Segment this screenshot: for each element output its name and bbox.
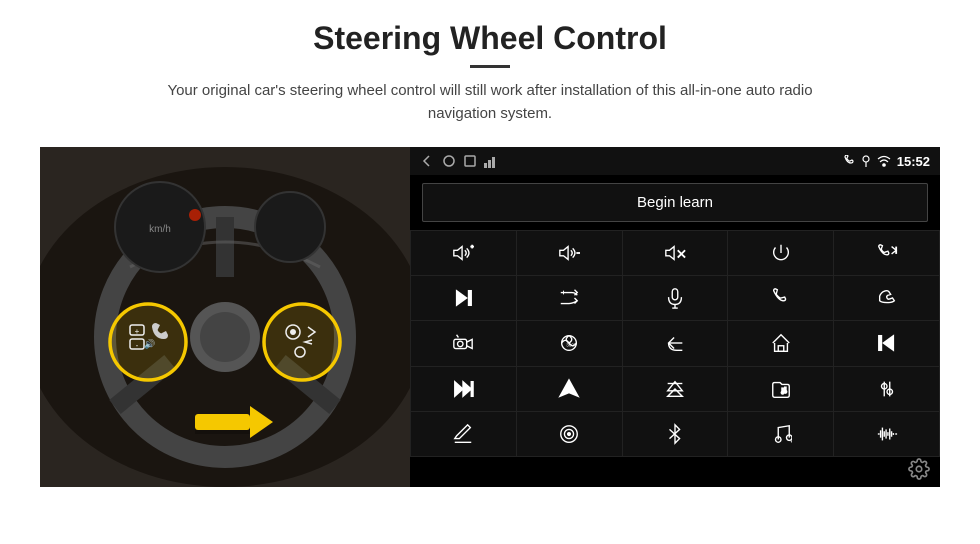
- volume-down-icon-cell[interactable]: [517, 231, 622, 275]
- eject-icon-cell[interactable]: [623, 367, 728, 411]
- status-bar: 15:52: [410, 147, 940, 175]
- car-camera-icon-cell[interactable]: [411, 321, 516, 365]
- skip-back-icon-cell[interactable]: [834, 321, 939, 365]
- pencil-icon-cell[interactable]: [411, 412, 516, 456]
- phone-icon-cell[interactable]: [728, 276, 833, 320]
- svg-text:⚙: ⚙: [790, 438, 792, 445]
- wifi-icon: [877, 155, 891, 167]
- signal-icon: [484, 154, 498, 168]
- power-icon-cell[interactable]: [728, 231, 833, 275]
- home-nav-icon: [442, 154, 456, 168]
- microphone-icon-cell[interactable]: [623, 276, 728, 320]
- waveform-icon-cell[interactable]: [834, 412, 939, 456]
- music-note-icon-cell[interactable]: ⚙: [728, 412, 833, 456]
- begin-learn-row: Begin learn: [410, 175, 940, 230]
- svg-text:km/h: km/h: [149, 224, 171, 235]
- recents-nav-icon: [464, 155, 476, 167]
- fast-forward-icon-cell[interactable]: [411, 367, 516, 411]
- home-icon-cell[interactable]: [728, 321, 833, 365]
- page-title: Steering Wheel Control: [140, 20, 840, 57]
- navigation-icon-cell[interactable]: [517, 367, 622, 411]
- target-icon-cell[interactable]: [517, 412, 622, 456]
- location-icon: [861, 155, 871, 167]
- camera-360-icon-cell[interactable]: 360°: [517, 321, 622, 365]
- page-subtitle: Your original car's steering wheel contr…: [140, 80, 840, 125]
- car-image-area: km/h + - 🔊: [40, 147, 410, 487]
- status-bar-left: [420, 154, 498, 168]
- status-time: 15:52: [897, 154, 930, 169]
- title-section: Steering Wheel Control Your original car…: [140, 20, 840, 125]
- title-divider: [470, 65, 510, 68]
- svg-text:+: +: [135, 327, 140, 336]
- skip-next-icon-cell[interactable]: [411, 276, 516, 320]
- folder-music-icon-cell[interactable]: [728, 367, 833, 411]
- phone-end-icon-cell[interactable]: [834, 276, 939, 320]
- settings-bar: [410, 457, 940, 487]
- content-row: km/h + - 🔊: [40, 147, 940, 487]
- page-container: Steering Wheel Control Your original car…: [0, 0, 980, 544]
- bluetooth-icon-cell[interactable]: [623, 412, 728, 456]
- phone-skip-icon-cell[interactable]: [834, 231, 939, 275]
- volume-up-icon-cell[interactable]: [411, 231, 516, 275]
- equalizer-icon-cell[interactable]: [834, 367, 939, 411]
- settings-gear-button[interactable]: [908, 458, 930, 486]
- svg-text:🔊: 🔊: [144, 338, 155, 350]
- mute-icon-cell[interactable]: [623, 231, 728, 275]
- shuffle-icon-cell[interactable]: [517, 276, 622, 320]
- icon-grid: 360°: [410, 230, 940, 457]
- android-panel: 15:52 Begin learn: [410, 147, 940, 487]
- phone-status-icon: [843, 155, 855, 167]
- begin-learn-button[interactable]: Begin learn: [422, 183, 928, 222]
- status-bar-right: 15:52: [843, 154, 930, 169]
- svg-text:-: -: [136, 341, 139, 350]
- svg-text:360°: 360°: [566, 343, 576, 348]
- back-nav-icon: [420, 154, 434, 168]
- back-arrow-icon-cell[interactable]: [623, 321, 728, 365]
